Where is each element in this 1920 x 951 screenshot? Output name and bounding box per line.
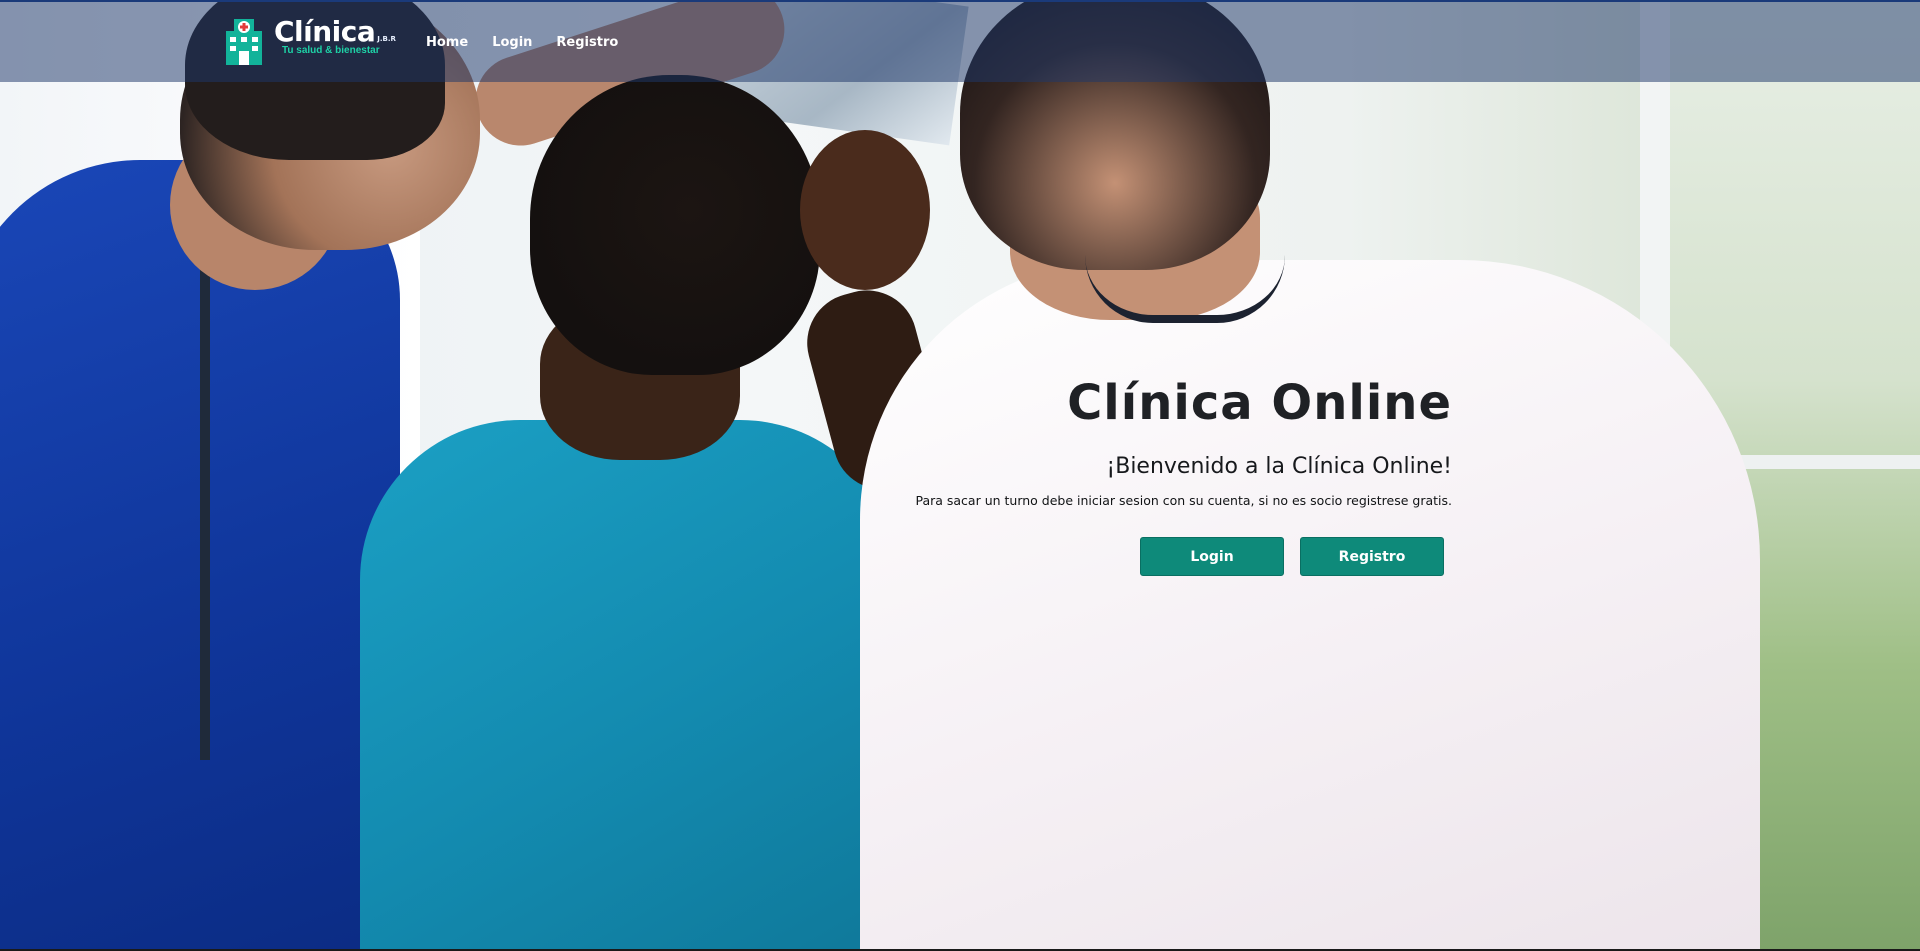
doctor-white-coat [860,260,1760,951]
doctor-hand [800,130,930,290]
hero-title: Clínica Online [1067,375,1452,431]
doctor-head-2 [530,75,820,375]
hero-subtitle: ¡Bienvenido a la Clínica Online! [1106,454,1452,479]
navbar: Clínica J.B.R Tu salud & bienestar Home L… [0,0,1920,82]
brand-tagline: Tu salud & bienestar [282,45,380,56]
nav-links: Home Login Registro [426,35,618,50]
brand-suffix: J.B.R [377,35,396,43]
hospital-building-icon [222,17,266,65]
hero-section: Clínica Online ¡Bienvenido a la Clínica … [812,372,1452,510]
hero-description: Para sacar un turno debe iniciar sesion … [915,493,1452,508]
hero-buttons: Login Registro [1140,537,1444,576]
nav-link-home[interactable]: Home [426,35,468,50]
brand-name: Clínica [274,15,376,48]
page: Clínica J.B.R Tu salud & bienestar Home L… [0,0,1920,951]
login-button[interactable]: Login [1140,537,1284,576]
brand-text: Clínica J.B.R Tu salud & bienestar [274,15,396,57]
nav-link-login[interactable]: Login [492,35,532,50]
nav-link-registro[interactable]: Registro [556,35,618,50]
register-button[interactable]: Registro [1300,537,1444,576]
brand-logo[interactable]: Clínica J.B.R Tu salud & bienestar [222,17,396,69]
